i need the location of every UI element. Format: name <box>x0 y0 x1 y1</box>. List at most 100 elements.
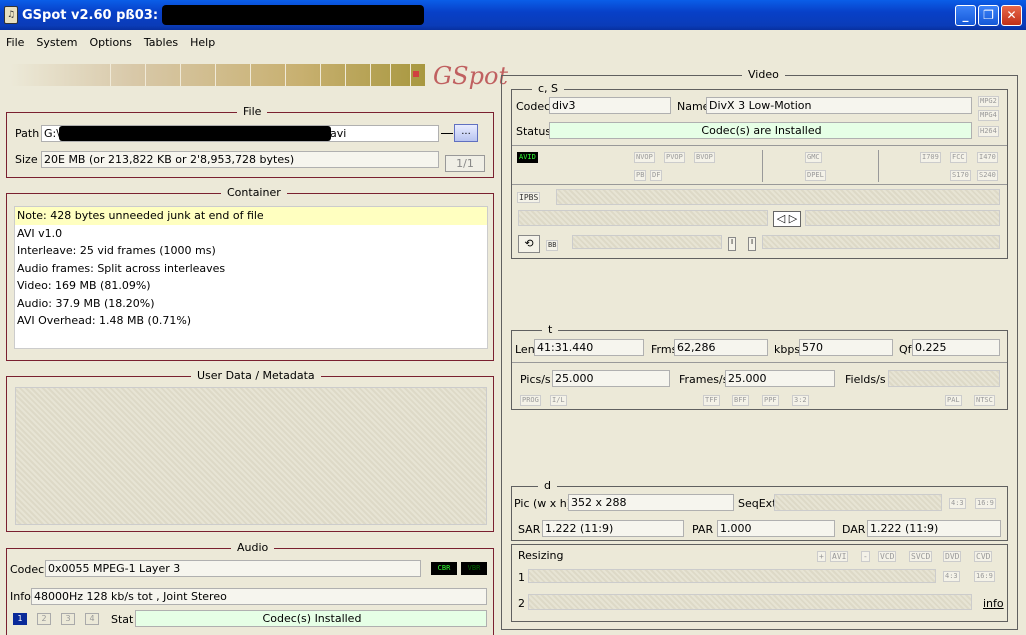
dar-field: 1.222 (11:9) <box>867 520 1001 537</box>
menu-options[interactable]: Options <box>83 34 137 52</box>
codec-name-field: DivX 3 Low-Motion <box>706 97 972 114</box>
codec-status-label: Status <box>516 125 552 138</box>
title-bar: ♫ GSpot v2.60 pß03: _ ❐ ✕ <box>0 0 1026 30</box>
bframe-bar-left <box>572 235 722 249</box>
list-item: Audio: 37.9 MB (18.20%) <box>17 296 155 310</box>
i-frame-marker-icon: I <box>748 237 756 251</box>
ppf-tag: PPF <box>762 395 779 406</box>
i470-tag: I470 <box>977 152 998 163</box>
list-item: AVI Overhead: 1.48 MB (0.71%) <box>17 314 192 327</box>
frame-nav-icon[interactable]: ◁ ▷ <box>773 211 801 227</box>
userdata-area[interactable] <box>15 387 487 525</box>
qf-label: Qf <box>899 343 912 356</box>
gop-pattern-area <box>556 189 1000 205</box>
fcc-tag: FCC <box>950 152 967 163</box>
pics-label: Pics/s <box>520 373 551 386</box>
dimensions-group-title: d <box>538 479 557 492</box>
df-tag: DF <box>650 170 663 181</box>
file-group: File Path G:\ avi ... Size 20E MB (or 21… <box>6 105 494 178</box>
codec-group: c, S Codec div3 Name DivX 3 Low-Motion M… <box>511 82 1008 259</box>
mpg2-tag: MPG2 <box>978 96 999 107</box>
i-frame-marker-icon: I <box>728 237 736 251</box>
pulldown-tag: 3:2 <box>792 395 809 406</box>
audio-group: Audio Codec 0x0055 MPEG-1 Layer 3 CBR VB… <box>6 541 494 635</box>
timing-group-title: t <box>542 323 559 336</box>
resize-svcd-button[interactable]: SVCD <box>909 551 933 562</box>
pic-field: 352 x 288 <box>568 494 734 511</box>
codec-field: div3 <box>549 97 671 114</box>
frame-pattern-right <box>805 210 1000 226</box>
resizing-title: Resizing <box>518 549 564 562</box>
resize-avi-button[interactable]: AVI <box>830 551 849 562</box>
resize-row-1-label: 1 <box>518 571 525 584</box>
container-info-list: Note: 428 bytes unneeded junk at end of … <box>14 206 488 349</box>
sar-field: 1.222 (11:9) <box>542 520 684 537</box>
s240-tag: S240 <box>977 170 998 181</box>
frame-pattern-left <box>518 210 768 226</box>
menu-tables[interactable]: Tables <box>138 34 184 52</box>
resize-dvd-button[interactable]: DVD <box>943 551 962 562</box>
logo-gradient-bar <box>10 64 425 86</box>
menu-bar: File System Options Tables Help <box>0 34 221 52</box>
minimize-button[interactable]: _ <box>955 5 976 26</box>
resize-plus-button[interactable]: + <box>817 551 826 562</box>
seqext-field <box>774 494 942 511</box>
maximize-button[interactable]: ❐ <box>978 5 999 26</box>
resize-row-1-field <box>528 569 936 583</box>
frames-label: Frames/s <box>679 373 729 386</box>
audio-stat-label: Stat <box>111 613 134 626</box>
ipbs-tag: IPBS <box>517 192 541 203</box>
kbps-label: kbps <box>774 343 801 356</box>
sar-label: SAR <box>518 523 541 536</box>
info-link[interactable]: info <box>983 597 1004 610</box>
refresh-icon[interactable]: ⟲ <box>518 235 540 253</box>
browse-button[interactable]: ... <box>454 124 478 142</box>
audio-track-1-button[interactable]: 1 <box>13 613 27 625</box>
nvop-tag: NVOP <box>634 152 655 163</box>
fields-label: Fields/s <box>845 373 886 386</box>
audio-stat-field: Codec(s) Installed <box>135 610 487 627</box>
audio-track-4-button[interactable]: 4 <box>85 613 99 625</box>
menu-system[interactable]: System <box>30 34 83 52</box>
mpg4-tag: MPG4 <box>978 110 999 121</box>
list-item: Note: 428 bytes unneeded junk at end of … <box>15 207 487 225</box>
len-field: 41:31.440 <box>534 339 644 356</box>
userdata-group: User Data / Metadata <box>6 369 494 532</box>
app-icon[interactable]: ♫ <box>4 6 18 24</box>
audio-codec-label: Codec <box>10 563 45 576</box>
file-group-title: File <box>237 105 268 118</box>
audio-track-3-button[interactable]: 3 <box>61 613 75 625</box>
i709-tag: I709 <box>920 152 941 163</box>
seqext-label: SeqExt <box>738 497 777 510</box>
resize-cvd-button[interactable]: CVD <box>974 551 993 562</box>
resize-row-2-field <box>528 594 972 610</box>
video-group-title: Video <box>742 68 785 81</box>
aspect-16-9-tag: 16:9 <box>975 498 996 509</box>
bframe-bar-right <box>762 235 1000 249</box>
app-logo: GSpot <box>433 62 509 90</box>
menu-help[interactable]: Help <box>184 34 221 52</box>
frms-field: 62,286 <box>674 339 768 356</box>
file-counter: 1/1 <box>445 155 485 172</box>
bvop-tag: BVOP <box>694 152 715 163</box>
redacted-filename <box>162 5 425 25</box>
container-group-title: Container <box>221 186 287 199</box>
resize-vcd-button[interactable]: VCD <box>878 551 897 562</box>
audio-track-2-button[interactable]: 2 <box>37 613 51 625</box>
menu-file[interactable]: File <box>0 34 30 52</box>
status-dot-icon <box>413 71 419 77</box>
par-field: 1.000 <box>717 520 835 537</box>
audio-info-field: 48000Hz 128 kb/s tot , Joint Stereo <box>31 588 487 605</box>
resize-minus-button[interactable]: - <box>861 551 870 562</box>
kbps-field: 570 <box>799 339 893 356</box>
dimensions-group: d Pic (w x h) 352 x 288 SeqExt 4:3 16:9 … <box>511 479 1008 541</box>
close-button[interactable]: ✕ <box>1001 5 1022 26</box>
gmc-tag: GMC <box>805 152 822 163</box>
audio-info-label: Info <box>10 590 31 603</box>
window-title: GSpot v2.60 pß03: <box>22 7 159 23</box>
audio-codec-field: 0x0055 MPEG-1 Layer 3 <box>45 560 421 577</box>
bb-tag: BB <box>546 240 559 251</box>
tff-tag: TFF <box>703 395 720 406</box>
timing-group: t Len 41:31.440 Frms 62,286 kbps 570 Qf … <box>511 323 1008 410</box>
list-item: AVI v1.0 <box>17 226 63 240</box>
